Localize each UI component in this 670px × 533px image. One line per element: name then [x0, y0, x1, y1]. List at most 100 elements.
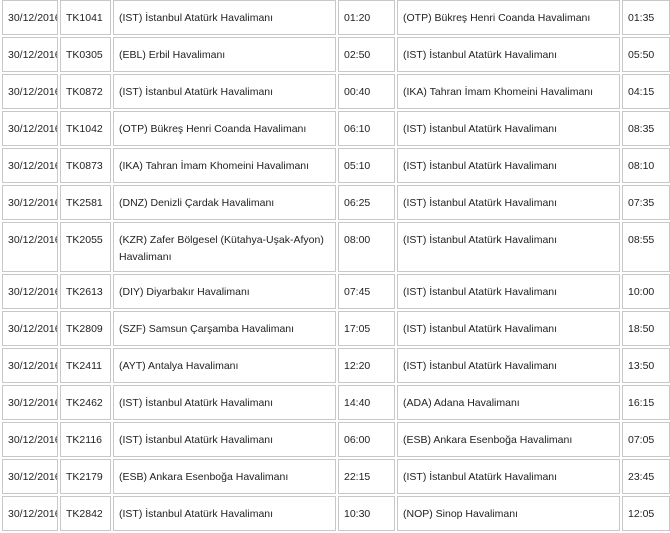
destination-airport-cell-text: (OTP) Bükreş Henri Coanda Havalimanı — [403, 12, 591, 24]
destination-airport-cell: (ADA) Adana Havalimanı — [397, 385, 620, 420]
flight-number-cell-text: TK1041 — [66, 12, 103, 24]
departure-time-cell-text: 10:30 — [344, 508, 371, 520]
destination-airport-cell-text: (IST) İstanbul Atatürk Havalimanı — [403, 286, 558, 298]
flight-date-cell: 30/12/2016 — [2, 111, 58, 146]
destination-airport-cell-text: (IST) İstanbul Atatürk Havalimanı — [403, 197, 558, 209]
departure-time-cell: 00:40 — [338, 74, 395, 109]
flight-number-cell: TK0872 — [60, 74, 111, 109]
table-row: 30/12/2016 TK2116 (IST) İstanbul Atatürk H… — [2, 422, 670, 457]
origin-airport-cell-text: (DIY) Diyarbakır Havalimanı — [119, 286, 250, 298]
flight-date-cell-text: 30/12/2016 — [8, 286, 58, 298]
origin-airport-cell-text: (ESB) Ankara Esenboğa Havalimanı — [119, 471, 289, 483]
origin-airport-cell-text: (KZR) Zafer Bölgesel (Kütahya-Uşak-Afyon… — [119, 234, 324, 263]
destination-airport-cell: (IKA) Tahran İmam Khomeini Havalimanı — [397, 74, 620, 109]
departure-time-cell: 02:50 — [338, 37, 395, 72]
flight-number-cell: TK2613 — [60, 274, 111, 309]
arrival-time-cell-text: 04:15 — [628, 86, 655, 98]
flight-number-cell: TK2179 — [60, 459, 111, 494]
departure-time-cell-text: 06:25 — [344, 197, 371, 209]
destination-airport-cell-text: (ADA) Adana Havalimanı — [403, 397, 520, 409]
flight-number-cell: TK2809 — [60, 311, 111, 346]
flight-date-cell-text: 30/12/2016 — [8, 160, 58, 172]
flight-date-cell: 30/12/2016 — [2, 274, 58, 309]
origin-airport-cell-text: (IST) İstanbul Atatürk Havalimanı — [119, 434, 274, 446]
destination-airport-cell: (IST) İstanbul Atatürk Havalimanı — [397, 37, 620, 72]
origin-airport-cell: (IKA) Tahran İmam Khomeini Havalimanı — [113, 148, 336, 183]
origin-airport-cell: (SZF) Samsun Çarşamba Havalimanı — [113, 311, 336, 346]
arrival-time-cell: 18:50 — [622, 311, 670, 346]
destination-airport-cell: (IST) İstanbul Atatürk Havalimanı — [397, 459, 620, 494]
origin-airport-cell: (DIY) Diyarbakır Havalimanı — [113, 274, 336, 309]
origin-airport-cell-text: (DNZ) Denizli Çardak Havalimanı — [119, 197, 275, 209]
arrival-time-cell: 07:35 — [622, 185, 670, 220]
flight-number-cell-text: TK2462 — [66, 397, 103, 409]
origin-airport-cell: (IST) İstanbul Atatürk Havalimanı — [113, 385, 336, 420]
origin-airport-cell: (ESB) Ankara Esenboğa Havalimanı — [113, 459, 336, 494]
destination-airport-cell-text: (IST) İstanbul Atatürk Havalimanı — [403, 360, 558, 372]
flight-date-cell: 30/12/2016 — [2, 385, 58, 420]
flight-number-cell-text: TK2613 — [66, 286, 103, 298]
table-row: 30/12/2016 TK2179 (ESB) Ankara Esenboğa Ha… — [2, 459, 670, 494]
arrival-time-cell-text: 18:50 — [628, 323, 655, 335]
destination-airport-cell-text: (IST) İstanbul Atatürk Havalimanı — [403, 49, 558, 61]
table-row: 30/12/2016 TK2613 (DIY) Diyarbakır Havalim… — [2, 274, 670, 309]
flight-date-cell-text: 30/12/2016 — [8, 508, 58, 520]
origin-airport-cell: (IST) İstanbul Atatürk Havalimanı — [113, 0, 336, 35]
origin-airport-cell: (KZR) Zafer Bölgesel (Kütahya-Uşak-Afyon… — [113, 222, 336, 272]
arrival-time-cell-text: 07:35 — [628, 197, 655, 209]
arrival-time-cell: 10:00 — [622, 274, 670, 309]
destination-airport-cell: (IST) İstanbul Atatürk Havalimanı — [397, 185, 620, 220]
flight-date-cell-text: 30/12/2016 — [8, 360, 58, 372]
flight-date-cell: 30/12/2016 — [2, 311, 58, 346]
arrival-time-cell-text: 23:45 — [628, 471, 655, 483]
arrival-time-cell-text: 10:00 — [628, 286, 655, 298]
origin-airport-cell: (IST) İstanbul Atatürk Havalimanı — [113, 74, 336, 109]
arrival-time-cell: 08:35 — [622, 111, 670, 146]
flight-date-cell-text: 30/12/2016 — [8, 12, 58, 24]
flight-number-cell: TK1041 — [60, 0, 111, 35]
table-row: 30/12/2016 TK0873 (IKA) Tahran İmam Khomei… — [2, 148, 670, 183]
arrival-time-cell-text: 12:05 — [628, 508, 655, 520]
table-row: 30/12/2016 TK2462 (IST) İstanbul Atatürk H… — [2, 385, 670, 420]
origin-airport-cell: (AYT) Antalya Havalimanı — [113, 348, 336, 383]
origin-airport-cell-text: (IST) İstanbul Atatürk Havalimanı — [119, 397, 274, 409]
destination-airport-cell-text: (IST) İstanbul Atatürk Havalimanı — [403, 471, 558, 483]
origin-airport-cell: (IST) İstanbul Atatürk Havalimanı — [113, 422, 336, 457]
flight-date-cell: 30/12/2016 — [2, 348, 58, 383]
destination-airport-cell-text: (IST) İstanbul Atatürk Havalimanı — [403, 160, 558, 172]
arrival-time-cell-text: 08:35 — [628, 123, 655, 135]
flight-date-cell-text: 30/12/2016 — [8, 49, 58, 61]
flight-date-cell: 30/12/2016 — [2, 459, 58, 494]
departure-time-cell-text: 06:10 — [344, 123, 371, 135]
flight-number-cell: TK2116 — [60, 422, 111, 457]
departure-time-cell-text: 08:00 — [344, 234, 371, 246]
origin-airport-cell-text: (IST) İstanbul Atatürk Havalimanı — [119, 508, 274, 520]
destination-airport-cell: (IST) İstanbul Atatürk Havalimanı — [397, 222, 620, 272]
flight-number-cell: TK2055 — [60, 222, 111, 272]
origin-airport-cell: (DNZ) Denizli Çardak Havalimanı — [113, 185, 336, 220]
departure-time-cell-text: 06:00 — [344, 434, 371, 446]
arrival-time-cell-text: 08:10 — [628, 160, 655, 172]
flight-date-cell: 30/12/2016 — [2, 185, 58, 220]
departure-time-cell: 12:20 — [338, 348, 395, 383]
flight-number-cell: TK1042 — [60, 111, 111, 146]
flight-number-cell-text: TK2809 — [66, 323, 103, 335]
departure-time-cell: 22:15 — [338, 459, 395, 494]
departure-time-cell: 07:45 — [338, 274, 395, 309]
arrival-time-cell: 13:50 — [622, 348, 670, 383]
flight-schedule-table: 30/12/2016 TK1041 (IST) İstanbul Atatürk H… — [0, 0, 670, 533]
flight-date-cell: 30/12/2016 — [2, 0, 58, 35]
origin-airport-cell-text: (IST) İstanbul Atatürk Havalimanı — [119, 12, 274, 24]
flight-number-cell-text: TK2581 — [66, 197, 103, 209]
arrival-time-cell: 07:05 — [622, 422, 670, 457]
flight-number-cell-text: TK2842 — [66, 508, 103, 520]
origin-airport-cell-text: (EBL) Erbil Havalimanı — [119, 49, 226, 61]
flight-number-cell: TK2581 — [60, 185, 111, 220]
table-row: 30/12/2016 TK2809 (SZF) Samsun Çarşamba Ha… — [2, 311, 670, 346]
flight-date-cell: 30/12/2016 — [2, 148, 58, 183]
flight-number-cell-text: TK1042 — [66, 123, 103, 135]
departure-time-cell-text: 01:20 — [344, 12, 371, 24]
arrival-time-cell-text: 07:05 — [628, 434, 655, 446]
departure-time-cell: 01:20 — [338, 0, 395, 35]
departure-time-cell: 14:40 — [338, 385, 395, 420]
